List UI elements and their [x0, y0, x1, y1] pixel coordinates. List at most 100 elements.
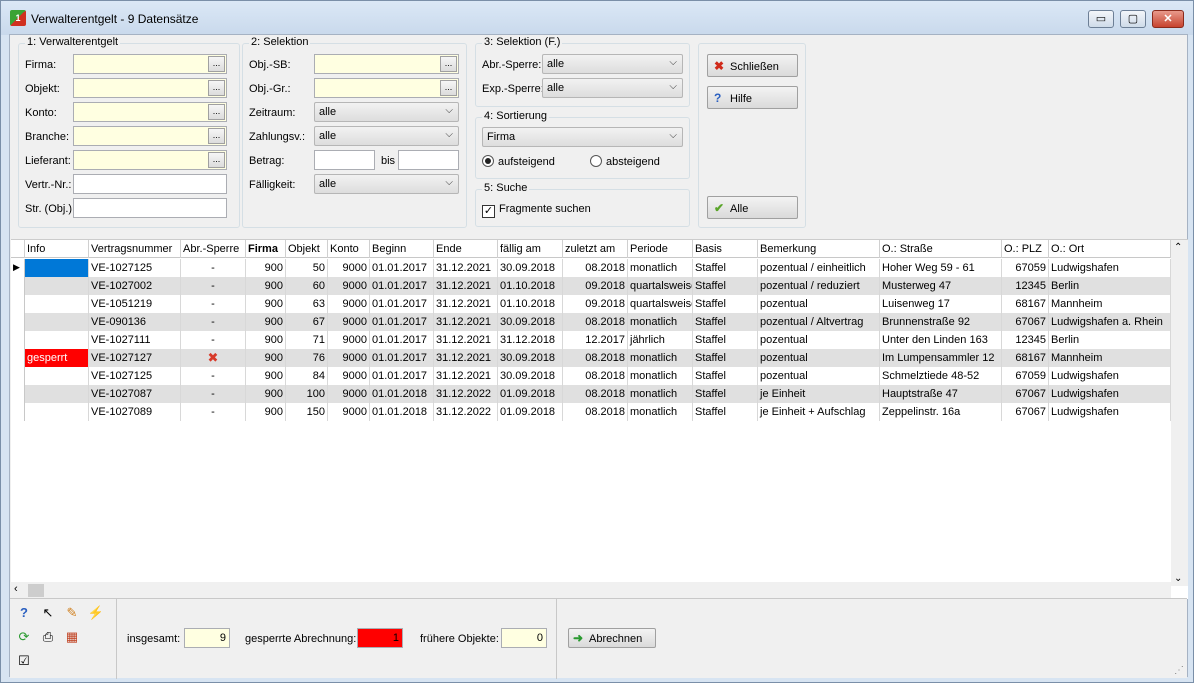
objgr-lookup-button[interactable]: ...: [440, 80, 457, 96]
cell-info[interactable]: [25, 367, 89, 385]
cell-objekt[interactable]: 100: [286, 385, 328, 403]
cell-periode[interactable]: monatlich: [628, 349, 693, 367]
cell-faellig[interactable]: 01.09.2018: [498, 403, 563, 421]
cell-ende[interactable]: 31.12.2022: [434, 385, 498, 403]
cell-ende[interactable]: 31.12.2021: [434, 349, 498, 367]
cell-ort[interactable]: Mannheim: [1049, 349, 1171, 367]
row-header[interactable]: [11, 349, 25, 367]
cell-abr-sperre[interactable]: -: [181, 367, 246, 385]
printer-icon[interactable]: ⎙: [38, 627, 58, 647]
minimize-button[interactable]: ▭: [1088, 10, 1114, 28]
cell-firma[interactable]: 900: [246, 313, 286, 331]
cell-periode[interactable]: monatlich: [628, 403, 693, 421]
zahlungsv-select[interactable]: alle ⌵: [314, 126, 459, 146]
help-icon[interactable]: ?: [14, 603, 34, 623]
cell-abr-sperre[interactable]: -: [181, 385, 246, 403]
cell-firma[interactable]: 900: [246, 295, 286, 313]
cell-zuletzt[interactable]: 08.2018: [563, 349, 628, 367]
cell-basis[interactable]: Staffel: [693, 331, 758, 349]
branche-lookup-button[interactable]: ...: [208, 128, 225, 144]
cell-basis[interactable]: Staffel: [693, 349, 758, 367]
table-row[interactable]: VE-1027125-900 84 9000 01.01.2017 31.12.2021…: [11, 367, 1171, 385]
help-button[interactable]: ? Hilfe: [707, 86, 798, 109]
cell-konto[interactable]: 9000: [328, 295, 370, 313]
cell-ende[interactable]: 31.12.2021: [434, 259, 498, 277]
cell-strasse[interactable]: Unter den Linden 163: [880, 331, 1002, 349]
sort-select[interactable]: Firma ⌵: [482, 127, 683, 147]
cell-abr-sperre[interactable]: -: [181, 313, 246, 331]
cell-ende[interactable]: 31.12.2021: [434, 331, 498, 349]
cell-plz[interactable]: 68167: [1002, 349, 1049, 367]
cell-plz[interactable]: 67067: [1002, 403, 1049, 421]
cell-info[interactable]: [25, 313, 89, 331]
cell-plz[interactable]: 12345: [1002, 331, 1049, 349]
cell-ort[interactable]: Ludwigshafen: [1049, 259, 1171, 277]
cell-faellig[interactable]: 31.12.2018: [498, 331, 563, 349]
cell-objekt[interactable]: 84: [286, 367, 328, 385]
cell-info[interactable]: [25, 295, 89, 313]
cell-basis[interactable]: Staffel: [693, 259, 758, 277]
table-row[interactable]: VE-090136-900 67 9000 01.01.2017 31.12.2021 3…: [11, 313, 1171, 331]
cell-ort[interactable]: Berlin: [1049, 277, 1171, 295]
cell-bemerkung[interactable]: pozentual / reduziert: [758, 277, 880, 295]
objekt-lookup-button[interactable]: ...: [208, 80, 225, 96]
objekt-field[interactable]: ...: [73, 78, 227, 98]
cell-plz[interactable]: 67067: [1002, 385, 1049, 403]
sort-asc-radio[interactable]: aufsteigend: [482, 155, 555, 168]
table-row[interactable]: VE-1027087-900 100 9000 01.01.2018 31.12.202…: [11, 385, 1171, 403]
export-icon[interactable]: ▦: [62, 627, 82, 647]
cell-faellig[interactable]: 30.09.2018: [498, 313, 563, 331]
cell-zuletzt[interactable]: 09.2018: [563, 277, 628, 295]
cell-strasse[interactable]: Hauptstraße 47: [880, 385, 1002, 403]
cell-bemerkung[interactable]: pozentual / Altvertrag: [758, 313, 880, 331]
header-vertragsnummer[interactable]: Vertragsnummer: [89, 240, 181, 258]
maximize-button[interactable]: ▢: [1120, 10, 1146, 28]
abrechnen-button[interactable]: ➜ Abrechnen: [568, 628, 656, 648]
cell-info[interactable]: [25, 403, 89, 421]
cell-strasse[interactable]: Im Lumpensammler 12: [880, 349, 1002, 367]
cell-info[interactable]: [25, 385, 89, 403]
row-header[interactable]: [11, 385, 25, 403]
konto-field[interactable]: ...: [73, 102, 227, 122]
header-bemerkung[interactable]: Bemerkung: [758, 240, 880, 258]
cell-zuletzt[interactable]: 08.2018: [563, 259, 628, 277]
cell-strasse[interactable]: Brunnenstraße 92: [880, 313, 1002, 331]
cell-bemerkung[interactable]: je Einheit: [758, 385, 880, 403]
cell-ende[interactable]: 31.12.2021: [434, 313, 498, 331]
table-row[interactable]: VE-1027002-900 60 9000 01.01.2017 31.12.2021…: [11, 277, 1171, 295]
header-beginn[interactable]: Beginn: [370, 240, 434, 258]
cell-plz[interactable]: 67059: [1002, 367, 1049, 385]
contracts-table[interactable]: Info Vertragsnummer Abr.-Sperre Firma Ob…: [11, 239, 1188, 599]
header-info[interactable]: Info: [25, 240, 89, 258]
cell-info[interactable]: gesperrt: [25, 349, 89, 367]
row-header[interactable]: [11, 313, 25, 331]
cell-zuletzt[interactable]: 08.2018: [563, 313, 628, 331]
row-header[interactable]: [11, 331, 25, 349]
cell-faellig[interactable]: 30.09.2018: [498, 367, 563, 385]
cell-abr-sperre[interactable]: ✖: [181, 349, 246, 367]
cell-strasse[interactable]: Zeppelinstr. 16a: [880, 403, 1002, 421]
scroll-up-icon[interactable]: ⌃: [1174, 242, 1182, 253]
row-header[interactable]: [11, 403, 25, 421]
refresh-icon[interactable]: ⟳: [14, 627, 34, 647]
cell-beginn[interactable]: 01.01.2017: [370, 313, 434, 331]
vertical-scrollbar[interactable]: ⌃ ⌄: [1171, 240, 1188, 586]
header-plz[interactable]: O.: PLZ: [1002, 240, 1049, 258]
cell-plz[interactable]: 68167: [1002, 295, 1049, 313]
cell-vertragsnummer[interactable]: VE-1027127: [89, 349, 181, 367]
table-row[interactable]: ▶ VE-1027125-900 50 9000 01.01.2017 31.12.202…: [11, 259, 1171, 277]
objsb-field[interactable]: ...: [314, 54, 459, 74]
cell-beginn[interactable]: 01.01.2018: [370, 403, 434, 421]
current-row-indicator-icon[interactable]: ▶: [11, 259, 25, 277]
firma-lookup-button[interactable]: ...: [208, 56, 225, 72]
cell-ort[interactable]: Berlin: [1049, 331, 1171, 349]
row-header[interactable]: [11, 277, 25, 295]
header-abr-sperre[interactable]: Abr.-Sperre: [181, 240, 246, 258]
cell-vertragsnummer[interactable]: VE-1051219: [89, 295, 181, 313]
cell-periode[interactable]: monatlich: [628, 367, 693, 385]
strasse-field[interactable]: [73, 198, 227, 218]
cell-basis[interactable]: Staffel: [693, 403, 758, 421]
cell-konto[interactable]: 9000: [328, 277, 370, 295]
cell-zuletzt[interactable]: 08.2018: [563, 385, 628, 403]
cell-basis[interactable]: Staffel: [693, 313, 758, 331]
